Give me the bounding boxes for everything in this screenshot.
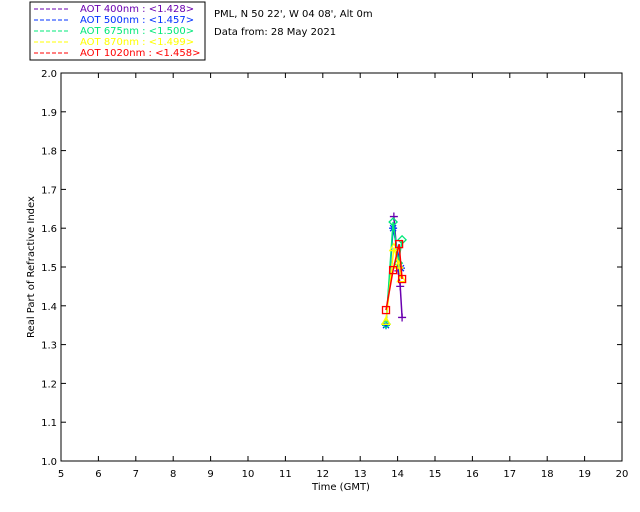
x-tick-label: 14	[391, 469, 404, 480]
data-point	[396, 282, 405, 291]
x-tick-label: 7	[133, 469, 139, 480]
y-tick-label: 2.0	[41, 69, 57, 80]
x-tick-label: 13	[354, 469, 367, 480]
x-tick-label: 6	[95, 469, 101, 480]
chart: AOT 400nm : <1.428>AOT 500nm : <1.457>AO…	[26, 1, 629, 493]
marker	[396, 282, 405, 291]
x-tick-label: 18	[541, 469, 554, 480]
x-tick-label: 15	[429, 469, 442, 480]
x-tick-label: 8	[170, 469, 176, 480]
data-point	[398, 313, 407, 322]
marker	[398, 313, 407, 322]
x-tick-label: 19	[578, 469, 591, 480]
y-tick-label: 1.0	[41, 457, 57, 468]
y-tick-label: 1.5	[41, 263, 57, 274]
x-tick-label: 9	[207, 469, 213, 480]
x-tick-label: 10	[242, 469, 255, 480]
y-tick-label: 1.1	[41, 418, 57, 429]
x-tick-label: 11	[279, 469, 292, 480]
legend-entry: AOT 1020nm : <1.458>	[80, 48, 200, 59]
y-tick-label: 1.8	[41, 147, 57, 158]
y-tick-label: 1.3	[41, 341, 57, 352]
legend-entry: AOT 400nm : <1.428>	[80, 4, 194, 15]
legend-entry: AOT 675nm : <1.500>	[80, 26, 194, 37]
legend-entry: AOT 870nm : <1.499>	[80, 37, 194, 48]
y-tick-label: 1.6	[41, 224, 57, 235]
header-site: PML, N 50 22', W 04 08', Alt 0m	[214, 9, 373, 20]
plot-area	[60, 72, 623, 462]
x-tick-label: 20	[616, 469, 629, 480]
y-tick-label: 1.9	[41, 108, 57, 119]
x-tick-label: 16	[466, 469, 479, 480]
legend-entry: AOT 500nm : <1.457>	[80, 15, 194, 26]
x-axis-label: Time (GMT)	[311, 482, 370, 493]
header-date: Data from: 28 May 2021	[214, 27, 336, 38]
y-tick-label: 1.4	[41, 302, 57, 313]
x-tick-label: 17	[503, 469, 516, 480]
y-axis-label: Real Part of Refractive Index	[26, 196, 37, 338]
x-tick-label: 5	[58, 469, 64, 480]
y-tick-label: 1.7	[41, 185, 57, 196]
y-tick-label: 1.2	[41, 379, 57, 390]
x-tick-label: 12	[316, 469, 329, 480]
